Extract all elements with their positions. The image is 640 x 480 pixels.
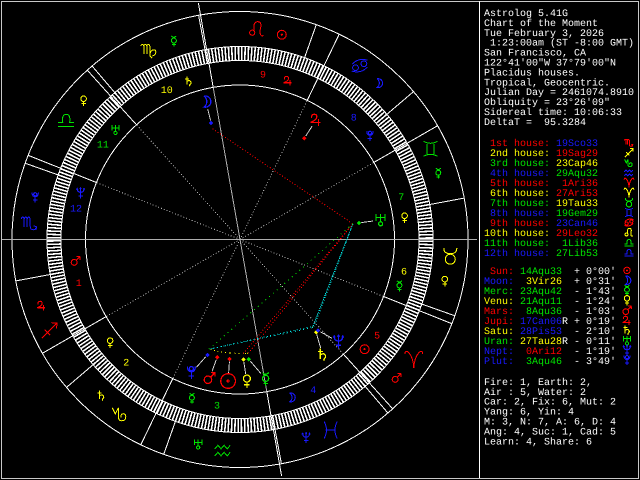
svg-text:6: 6 (401, 267, 407, 278)
svg-text:9: 9 (260, 71, 266, 82)
svg-text:11: 11 (97, 141, 109, 152)
svg-text:7: 7 (398, 193, 404, 204)
svg-text:12th house:: 12th house: (484, 248, 550, 260)
svg-text:5: 5 (374, 331, 380, 342)
svg-text:DeltaT = 95.3284: DeltaT = 95.3284 (484, 117, 586, 129)
svg-text:4: 4 (310, 386, 316, 397)
svg-text:Learn: 4, Share: 6: Learn: 4, Share: 6 (484, 436, 592, 448)
svg-text:- 3°49': - 3°49' (574, 356, 616, 368)
svg-text:Plut:: Plut: (484, 356, 514, 368)
svg-text:3: 3 (214, 401, 220, 412)
svg-text:10: 10 (161, 86, 173, 97)
svg-text:12: 12 (70, 205, 82, 216)
svg-text:2: 2 (123, 358, 129, 369)
svg-text:1: 1 (76, 279, 82, 290)
svg-text:8: 8 (351, 114, 357, 125)
svg-text:R: R (562, 337, 568, 348)
svg-text:3Aqu46: 3Aqu46 (526, 357, 562, 368)
svg-text:R: R (562, 317, 568, 328)
svg-text:27Lib53: 27Lib53 (556, 248, 598, 260)
